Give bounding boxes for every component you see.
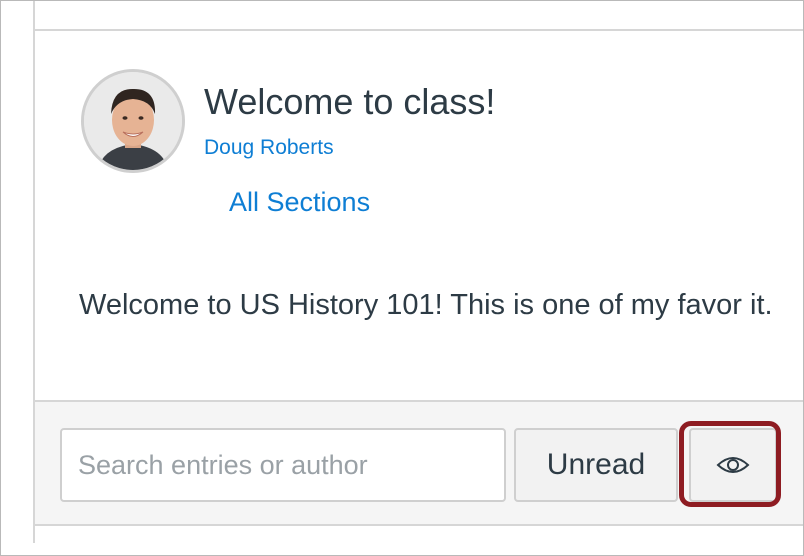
sections-link[interactable]: All Sections — [229, 187, 370, 218]
avatar-photo — [84, 72, 182, 170]
discussion-window: Welcome to class! Doug Roberts All Secti… — [0, 0, 804, 556]
avatar[interactable] — [81, 69, 185, 173]
top-divider — [35, 29, 803, 31]
eye-icon — [716, 454, 750, 476]
mark-read-button[interactable] — [689, 428, 777, 502]
search-input[interactable] — [60, 428, 506, 502]
author-link[interactable]: Doug Roberts — [204, 136, 334, 160]
unread-button[interactable]: Unread — [514, 428, 678, 502]
discussion-toolbar: Unread — [35, 400, 803, 526]
announcement-body: Welcome to US History 101! This is one o… — [79, 289, 773, 321]
page-title: Welcome to class! — [204, 81, 496, 122]
